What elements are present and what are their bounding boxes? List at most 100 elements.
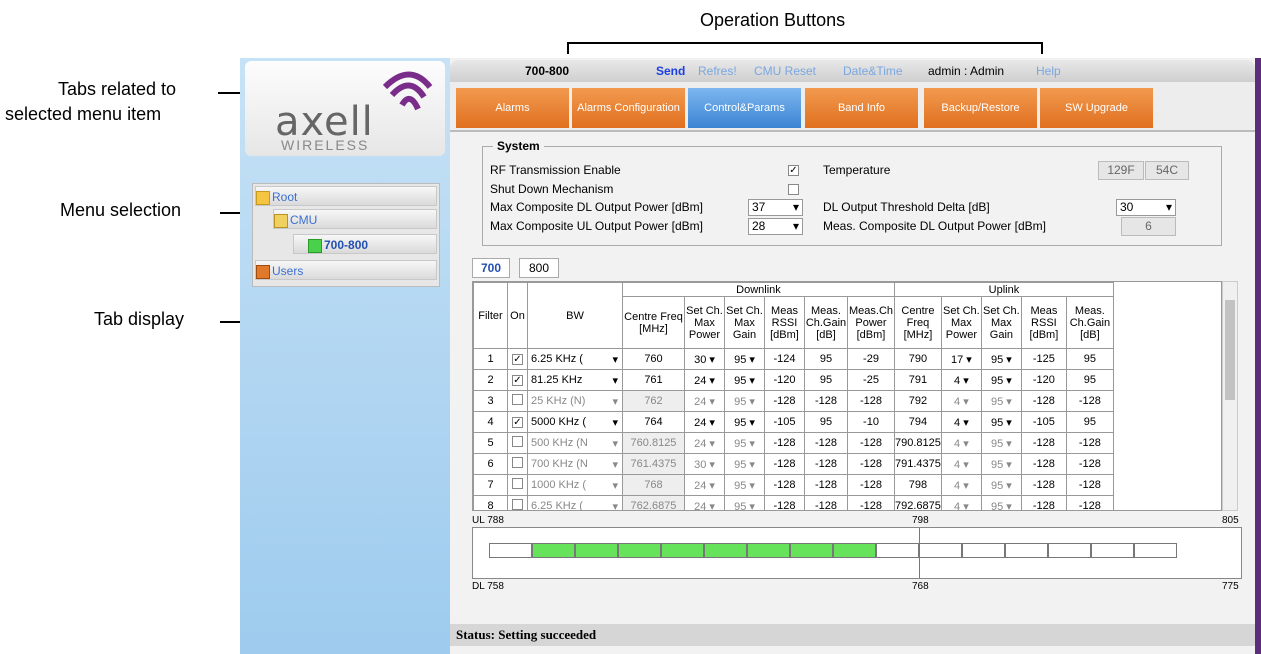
table-scrollbar[interactable]	[1222, 281, 1238, 511]
dl-max-power-select[interactable]: 24 ▾	[684, 369, 725, 391]
send-button[interactable]: Send	[656, 64, 685, 78]
ul-max-power-select[interactable]: 4 ▾	[940, 474, 982, 496]
ul-max-power-select[interactable]: 4 ▾	[940, 369, 982, 391]
ul-max-gain-select[interactable]: 95 ▾	[980, 453, 1022, 475]
dl-end-label: 775	[1222, 581, 1239, 592]
dl-max-power-select[interactable]: 24 ▾	[684, 474, 725, 496]
filter-number: 2	[473, 369, 508, 391]
tree-item-users[interactable]: Users	[255, 260, 437, 280]
dl-max-gain-select[interactable]: 95 ▾	[724, 348, 765, 370]
header-downlink: Downlink	[622, 282, 895, 297]
rf-enable-checkbox[interactable]: ✓	[788, 165, 799, 176]
dl-max-gain-select[interactable]: 95 ▾	[724, 411, 765, 433]
status-bar: Status: Setting succeeded	[450, 624, 1255, 646]
dl-max-power-select[interactable]: 24 ▾	[684, 390, 725, 412]
tab-alarms-configuration[interactable]: Alarms Configuration	[572, 88, 685, 128]
menu-selection-annotation: Menu selection	[60, 200, 182, 220]
operation-buttons-bracket	[567, 42, 1043, 44]
tab-control-params[interactable]: Control&Params	[688, 88, 801, 128]
bw-select[interactable]: 700 KHz (N ▾	[527, 453, 623, 475]
ul-max-power-select[interactable]: 4 ▾	[940, 495, 982, 510]
dl-ch-power: -128	[847, 495, 895, 510]
datetime-button[interactable]: Date&Time	[843, 64, 903, 78]
ul-max-gain-select[interactable]: 95 ▾	[980, 474, 1022, 496]
dl-max-power-select[interactable]: 30 ▾	[684, 348, 725, 370]
max-dl-select[interactable]: 37 ▾	[748, 199, 803, 216]
ul-ch-gain: 95	[1065, 348, 1114, 370]
filter-number: 8	[473, 495, 508, 510]
tab-band-info[interactable]: Band Info	[805, 88, 918, 128]
ul-max-power-select[interactable]: 4 ▾	[940, 453, 982, 475]
bw-select[interactable]: 5000 KHz (▾	[527, 411, 623, 433]
ul-max-gain-select[interactable]: 95 ▾	[980, 495, 1022, 510]
bw-select[interactable]: 81.25 KHz ▾	[527, 369, 623, 391]
max-ul-select[interactable]: 28 ▾	[748, 218, 803, 235]
bw-select[interactable]: 25 KHz (N) ▾	[527, 390, 623, 412]
dl-max-gain-select[interactable]: 95 ▾	[724, 369, 765, 391]
ul-max-gain-select[interactable]: 95 ▾	[980, 432, 1022, 454]
dl-max-gain-select[interactable]: 95 ▾	[724, 495, 765, 510]
band-tab-700[interactable]: 700	[472, 258, 510, 278]
filter-on-checkbox[interactable]: ✓	[507, 411, 528, 433]
tree-item-label: Users	[272, 264, 304, 278]
ul-max-gain-select[interactable]: 95 ▾	[980, 369, 1022, 391]
filter-on-checkbox[interactable]	[507, 453, 528, 475]
table-row: 1 ✓ 6.25 KHz (▾ 760 30 ▾ 95 ▾ -124 95 -29 790 17 ▾…	[473, 348, 1114, 370]
tab-backup-restore[interactable]: Backup/Restore	[924, 88, 1037, 128]
help-button[interactable]: Help	[1036, 64, 1061, 78]
tab-sw-upgrade[interactable]: SW Upgrade	[1040, 88, 1153, 128]
scrollbar-thumb[interactable]	[1225, 300, 1235, 400]
filter-on-checkbox[interactable]	[507, 432, 528, 454]
ul-centre-freq: 792	[894, 390, 942, 412]
ul-max-gain-select[interactable]: 95 ▾	[980, 411, 1022, 433]
dl-max-power-select[interactable]: 24 ▾	[684, 432, 725, 454]
ul-max-power-select[interactable]: 4 ▾	[940, 432, 982, 454]
ul-ch-gain: -128	[1065, 453, 1114, 475]
dl-max-gain-select[interactable]: 95 ▾	[724, 390, 765, 412]
tab-alarms[interactable]: Alarms	[456, 88, 569, 128]
dl-max-power-select[interactable]: 24 ▾	[684, 411, 725, 433]
cmu-reset-button[interactable]: CMU Reset	[754, 64, 816, 78]
band-tab-800[interactable]: 800	[519, 258, 559, 278]
table-row: 4 ✓ 5000 KHz (▾ 764 24 ▾ 95 ▾ -105 95 -10 794 4 ▾ 9…	[473, 411, 1114, 433]
dl-ch-power: -128	[847, 453, 895, 475]
shutdown-checkbox[interactable]	[788, 184, 799, 195]
dl-centre-freq: 761.4375	[622, 453, 685, 475]
dl-max-power-select[interactable]: 30 ▾	[684, 453, 725, 475]
filter-table: Filter On BW Downlink Uplink Centre Freq…	[473, 282, 1114, 510]
bw-select[interactable]: 1000 KHz (▾	[527, 474, 623, 496]
filter-on-checkbox[interactable]	[507, 495, 528, 510]
ul-max-gain-select[interactable]: 95 ▾	[980, 348, 1022, 370]
bw-select[interactable]: 6.25 KHz (▾	[527, 348, 623, 370]
refresh-button[interactable]: Refres!	[698, 64, 737, 78]
dl-max-power-select[interactable]: 24 ▾	[684, 495, 725, 510]
ul-max-power-select[interactable]: 4 ▾	[940, 390, 982, 412]
ul-max-power-select[interactable]: 4 ▾	[940, 411, 982, 433]
bw-select[interactable]: 500 KHz (N ▾	[527, 432, 623, 454]
dl-threshold-select[interactable]: 30 ▾	[1116, 199, 1176, 216]
bw-select[interactable]: 6.25 KHz (▾	[527, 495, 623, 510]
ul-centre-freq: 791	[894, 369, 942, 391]
ul-centre-freq: 798	[894, 474, 942, 496]
dl-ch-power: -128	[847, 432, 895, 454]
tree-item-700-800[interactable]: 700-800	[293, 234, 437, 254]
table-row: 5 500 KHz (N ▾ 760.8125 24 ▾ 95 ▾ -128 -128 -128…	[473, 432, 1114, 454]
dl-centre-freq: 768	[622, 474, 685, 496]
shutdown-label: Shut Down Mechanism	[490, 182, 614, 196]
device-name: 700-800	[525, 64, 570, 78]
dl-centre-freq: 761	[622, 369, 685, 391]
dl-max-gain-select[interactable]: 95 ▾	[724, 432, 765, 454]
filter-on-checkbox[interactable]	[507, 390, 528, 412]
filter-number: 6	[473, 453, 508, 475]
dl-max-gain-select[interactable]: 95 ▾	[724, 474, 765, 496]
filter-on-checkbox[interactable]: ✓	[507, 348, 528, 370]
dl-max-gain-select[interactable]: 95 ▾	[724, 453, 765, 475]
ul-max-gain-select[interactable]: 95 ▾	[980, 390, 1022, 412]
filter-on-checkbox[interactable]	[507, 474, 528, 496]
tree-item-cmu[interactable]: CMU	[273, 209, 437, 229]
ul-max-power-select[interactable]: 17 ▾	[940, 348, 982, 370]
tree-item-root[interactable]: Root	[255, 186, 437, 206]
menu-tree: Root CMU 700-800 Users	[252, 183, 440, 287]
filter-on-checkbox[interactable]: ✓	[507, 369, 528, 391]
ul-rssi: -128	[1020, 474, 1067, 496]
